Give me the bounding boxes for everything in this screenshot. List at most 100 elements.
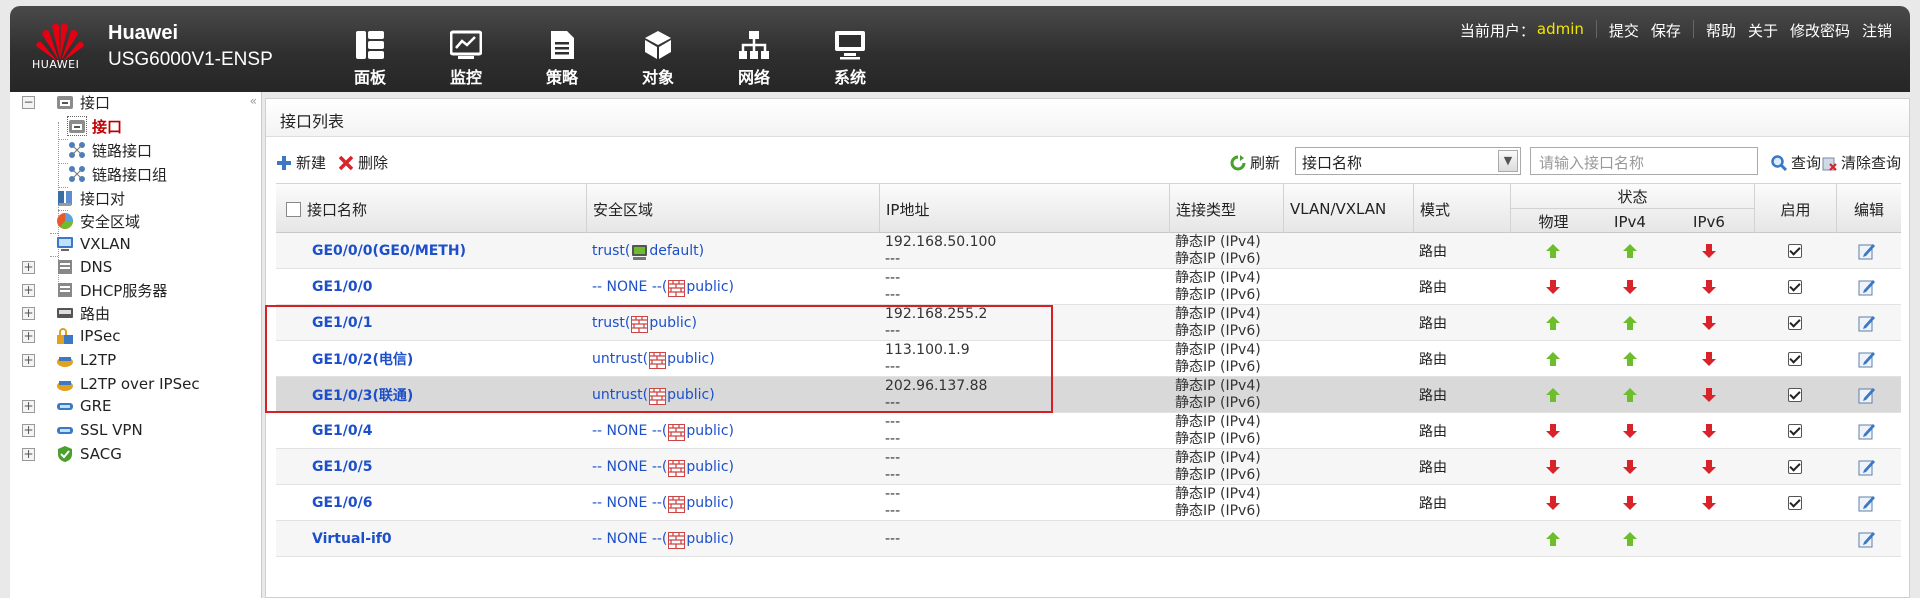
enable-checkbox[interactable] xyxy=(1788,424,1802,438)
enable-checkbox[interactable] xyxy=(1788,244,1802,258)
enable-checkbox[interactable] xyxy=(1788,280,1802,294)
nav-network[interactable]: 网络 xyxy=(706,26,802,88)
table-row[interactable]: GE1/0/5 -- NONE --(public) --- --- 静态IP (IPv… xyxy=(276,449,1901,485)
sidebar-item-ipsec[interactable]: + IPSec xyxy=(22,324,120,348)
security-zone-link[interactable]: untrust(public) xyxy=(592,351,715,369)
enable-checkbox[interactable] xyxy=(1788,316,1802,330)
nav-system[interactable]: 系统 xyxy=(802,26,898,88)
table-row[interactable]: GE1/0/3(联通) untrust(public) 202.96.137.88-… xyxy=(276,377,1901,413)
interface-name-link[interactable]: GE1/0/1 xyxy=(312,315,373,331)
expand-icon[interactable]: + xyxy=(22,424,35,437)
nav-object[interactable]: 对象 xyxy=(610,26,706,88)
expand-icon[interactable]: + xyxy=(22,354,35,367)
query-button-label: 查询 xyxy=(1791,154,1822,172)
refresh-button[interactable]: 刷新 xyxy=(1230,152,1280,173)
sidebar-item-sacg[interactable]: + SACG xyxy=(22,442,122,466)
edit-icon[interactable] xyxy=(1858,350,1876,368)
sidebar-item-link-interface-group[interactable]: 链路接口组 xyxy=(68,162,167,186)
edit-icon[interactable] xyxy=(1858,278,1876,296)
about-link[interactable]: 关于 xyxy=(1748,20,1778,41)
security-zone-link[interactable]: -- NONE --(public) xyxy=(592,495,734,513)
nav-monitor[interactable]: 监控 xyxy=(418,26,514,88)
collapse-icon[interactable]: − xyxy=(22,96,35,109)
enable-checkbox[interactable] xyxy=(1788,496,1802,510)
sidebar-collapse-icon[interactable]: « xyxy=(250,94,257,108)
sidebar-item-vxlan[interactable]: VXLAN xyxy=(56,232,131,256)
table-row[interactable]: GE1/0/2(电信) untrust(public) 113.100.1.9 ---… xyxy=(276,341,1901,377)
table-row[interactable]: GE1/0/0 -- NONE --(public) --- --- 静态IP (IPv… xyxy=(276,269,1901,305)
sidebar-item-l2tp[interactable]: + L2TP xyxy=(22,348,116,372)
sidebar-item-l2tp-over-ipsec[interactable]: L2TP over IPSec xyxy=(56,372,200,396)
save-link[interactable]: 保存 xyxy=(1651,20,1681,41)
security-zone-link[interactable]: -- NONE --(public) xyxy=(592,459,734,477)
table-row[interactable]: GE0/0/0(GE0/METH) trust(default) 192.168.5… xyxy=(276,233,1901,269)
edit-icon[interactable] xyxy=(1858,314,1876,332)
submit-link[interactable]: 提交 xyxy=(1609,20,1639,41)
delete-button[interactable]: 删除 xyxy=(338,152,388,173)
interface-name-link[interactable]: GE0/0/0(GE0/METH) xyxy=(312,243,466,259)
sidebar-item-interface[interactable]: 接口 xyxy=(67,114,122,138)
enable-checkbox[interactable] xyxy=(1788,388,1802,402)
chevron-down-icon[interactable]: ▼ xyxy=(1498,150,1518,172)
table-row[interactable]: GE1/0/6 -- NONE --(public) --- --- 静态IP (IPv… xyxy=(276,485,1901,521)
col-vlan-vxlan[interactable]: VLAN/VXLAN xyxy=(1283,184,1413,234)
security-zone-link[interactable]: trust(public) xyxy=(592,315,697,333)
help-link[interactable]: 帮助 xyxy=(1706,20,1736,41)
expand-icon[interactable]: + xyxy=(22,330,35,343)
sidebar-item-dhcp-server[interactable]: + DHCP服务器 xyxy=(22,278,167,302)
expand-icon[interactable]: + xyxy=(22,307,35,320)
edit-icon[interactable] xyxy=(1858,242,1876,260)
query-button[interactable]: 查询 xyxy=(1771,152,1821,173)
nav-dashboard[interactable]: 面板 xyxy=(322,26,418,88)
sidebar-item-interface-pair[interactable]: 接口对 xyxy=(56,186,125,210)
expand-icon[interactable]: + xyxy=(22,448,35,461)
sidebar-item-ssl-vpn[interactable]: + SSL VPN xyxy=(22,418,143,442)
interface-name-link[interactable]: GE1/0/2(电信) xyxy=(312,349,413,369)
clear-query-button[interactable]: 清除查询 xyxy=(1821,152,1901,173)
sidebar-item-gre[interactable]: + GRE xyxy=(22,394,112,418)
logout-link[interactable]: 注销 xyxy=(1862,20,1892,41)
enable-checkbox[interactable] xyxy=(1788,352,1802,366)
security-zone-link[interactable]: untrust(public) xyxy=(592,387,715,405)
sidebar-item-link-interface[interactable]: 链路接口 xyxy=(68,138,152,162)
enable-checkbox[interactable] xyxy=(1788,460,1802,474)
interface-name-link[interactable]: GE1/0/0 xyxy=(312,279,373,295)
col-mode[interactable]: 模式 xyxy=(1413,184,1510,234)
select-all-checkbox[interactable] xyxy=(286,201,301,217)
sidebar-item-routing[interactable]: + 路由 xyxy=(22,301,110,325)
sidebar-item-security-zone[interactable]: 安全区域 xyxy=(56,209,140,233)
security-zone-link[interactable]: -- NONE --(public) xyxy=(592,531,734,549)
firewall-icon xyxy=(668,423,686,441)
nav-object-label: 对象 xyxy=(641,68,674,87)
col-interface-name[interactable]: 接口名称 xyxy=(276,184,586,234)
expand-icon[interactable]: + xyxy=(22,284,35,297)
security-zone-link[interactable]: trust(default) xyxy=(592,243,704,260)
interface-name-link[interactable]: GE1/0/6 xyxy=(312,495,373,511)
interface-name-link[interactable]: Virtual-if0 xyxy=(312,531,392,547)
edit-icon[interactable] xyxy=(1858,386,1876,404)
edit-icon[interactable] xyxy=(1858,422,1876,440)
security-zone-link[interactable]: -- NONE --(public) xyxy=(592,279,734,297)
sidebar-item-dns[interactable]: + DNS xyxy=(22,255,112,279)
table-row[interactable]: GE1/0/4 -- NONE --(public) --- --- 静态IP (IPv… xyxy=(276,413,1901,449)
interface-name-link[interactable]: GE1/0/3(联通) xyxy=(312,385,413,405)
sidebar-item-interface-group[interactable]: − 接口 xyxy=(22,90,110,114)
interface-name-link[interactable]: GE1/0/5 xyxy=(312,459,373,475)
interface-name-link[interactable]: GE1/0/4 xyxy=(312,423,373,439)
table-row[interactable]: GE1/0/1 trust(public) 192.168.255.2 --- 静态IP… xyxy=(276,305,1901,341)
filter-field-select[interactable]: 接口名称 ▼ xyxy=(1295,147,1521,175)
change-password-link[interactable]: 修改密码 xyxy=(1790,20,1850,41)
table-row[interactable]: Virtual-if0 -- NONE --(public) --- xyxy=(276,521,1901,557)
col-connection-type[interactable]: 连接类型 xyxy=(1169,184,1283,234)
expand-icon[interactable]: + xyxy=(22,261,35,274)
col-ip-address[interactable]: IP地址 xyxy=(879,184,1169,234)
nav-policy[interactable]: 策略 xyxy=(514,26,610,88)
edit-icon[interactable] xyxy=(1858,530,1876,548)
new-button[interactable]: 新建 xyxy=(276,152,326,173)
col-security-zone[interactable]: 安全区域 xyxy=(586,184,879,234)
expand-icon[interactable]: + xyxy=(22,400,35,413)
security-zone-link[interactable]: -- NONE --(public) xyxy=(592,423,734,441)
edit-icon[interactable] xyxy=(1858,458,1876,476)
edit-icon[interactable] xyxy=(1858,494,1876,512)
search-input[interactable]: 请输入接口名称 xyxy=(1530,147,1758,175)
